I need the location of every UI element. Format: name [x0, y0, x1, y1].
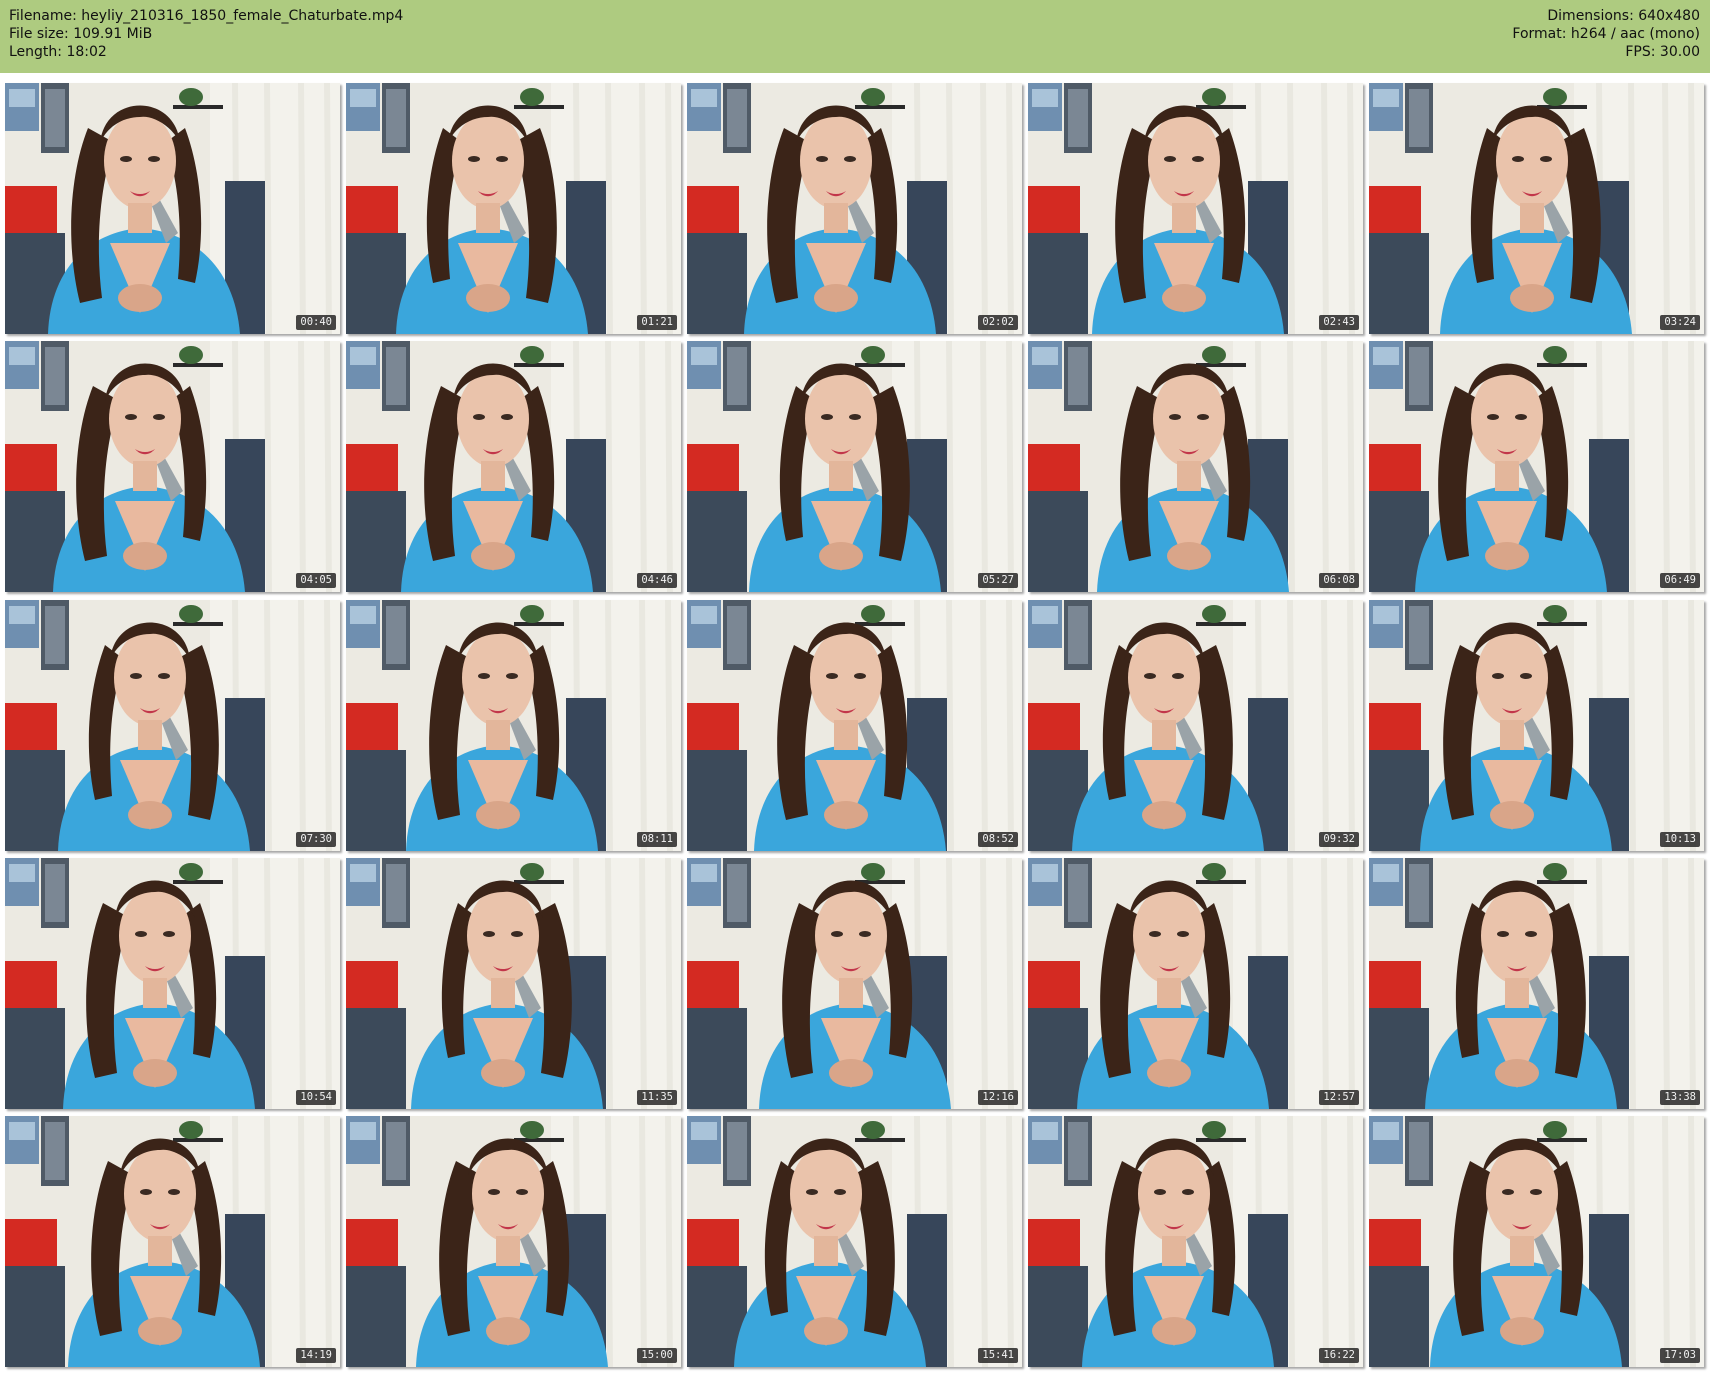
thumbnail: 03:24	[1369, 83, 1704, 334]
timestamp-label: 12:16	[978, 1090, 1018, 1105]
video-frame	[1028, 1116, 1363, 1367]
video-frame	[346, 600, 681, 851]
timestamp-label: 06:08	[1319, 573, 1359, 588]
thumbnail: 12:16	[687, 858, 1022, 1109]
thumbnail: 04:05	[5, 341, 340, 592]
thumbnail: 06:49	[1369, 341, 1704, 592]
video-frame	[1028, 858, 1363, 1109]
thumbnail: 04:46	[346, 341, 681, 592]
video-frame	[346, 341, 681, 592]
video-frame	[687, 858, 1022, 1109]
thumbnail: 10:13	[1369, 600, 1704, 851]
video-frame	[1369, 858, 1704, 1109]
timestamp-label: 15:41	[978, 1348, 1018, 1363]
timestamp-label: 11:35	[637, 1090, 677, 1105]
timestamp-label: 02:43	[1319, 315, 1359, 330]
video-frame	[1028, 83, 1363, 334]
thumbnail: 14:19	[5, 1116, 340, 1367]
timestamp-label: 02:02	[978, 315, 1018, 330]
thumbnail: 17:03	[1369, 1116, 1704, 1367]
thumbnail: 12:57	[1028, 858, 1363, 1109]
video-frame	[1028, 341, 1363, 592]
thumbnail: 07:30	[5, 600, 340, 851]
timestamp-label: 14:19	[296, 1348, 336, 1363]
video-frame	[5, 1116, 340, 1367]
timestamp-label: 05:27	[978, 573, 1018, 588]
video-frame	[1369, 341, 1704, 592]
timestamp-label: 08:52	[978, 832, 1018, 847]
video-frame	[1028, 600, 1363, 851]
thumbnail: 15:00	[346, 1116, 681, 1367]
thumbnail-grid: 00:40 01:21 02:02 02:43 03:24 04:05 04:4…	[0, 0, 1710, 1373]
timestamp-label: 01:21	[637, 315, 677, 330]
timestamp-label: 08:11	[637, 832, 677, 847]
timestamp-label: 10:54	[296, 1090, 336, 1105]
timestamp-label: 15:00	[637, 1348, 677, 1363]
video-frame	[687, 600, 1022, 851]
thumbnail: 02:02	[687, 83, 1022, 334]
thumbnail: 08:52	[687, 600, 1022, 851]
video-frame	[1369, 600, 1704, 851]
video-frame	[1369, 83, 1704, 334]
thumbnail: 02:43	[1028, 83, 1363, 334]
video-frame	[687, 341, 1022, 592]
timestamp-label: 06:49	[1660, 573, 1700, 588]
timestamp-label: 16:22	[1319, 1348, 1359, 1363]
video-frame	[687, 83, 1022, 334]
thumbnail: 01:21	[346, 83, 681, 334]
thumbnail: 15:41	[687, 1116, 1022, 1367]
timestamp-label: 04:46	[637, 573, 677, 588]
video-frame	[346, 858, 681, 1109]
thumbnail: 06:08	[1028, 341, 1363, 592]
video-frame	[1369, 1116, 1704, 1367]
video-frame	[5, 858, 340, 1109]
timestamp-label: 12:57	[1319, 1090, 1359, 1105]
video-frame	[346, 1116, 681, 1367]
timestamp-label: 17:03	[1660, 1348, 1700, 1363]
video-frame	[5, 341, 340, 592]
video-frame	[5, 83, 340, 334]
video-frame	[5, 600, 340, 851]
video-frame	[687, 1116, 1022, 1367]
thumbnail: 08:11	[346, 600, 681, 851]
timestamp-label: 07:30	[296, 832, 336, 847]
timestamp-label: 13:38	[1660, 1090, 1700, 1105]
timestamp-label: 10:13	[1660, 832, 1700, 847]
thumbnail: 13:38	[1369, 858, 1704, 1109]
thumbnail: 16:22	[1028, 1116, 1363, 1367]
timestamp-label: 00:40	[296, 315, 336, 330]
thumbnail: 09:32	[1028, 600, 1363, 851]
thumbnail: 11:35	[346, 858, 681, 1109]
thumbnail: 10:54	[5, 858, 340, 1109]
thumbnail: 05:27	[687, 341, 1022, 592]
timestamp-label: 04:05	[296, 573, 336, 588]
timestamp-label: 03:24	[1660, 315, 1700, 330]
timestamp-label: 09:32	[1319, 832, 1359, 847]
thumbnail: 00:40	[5, 83, 340, 334]
video-frame	[346, 83, 681, 334]
